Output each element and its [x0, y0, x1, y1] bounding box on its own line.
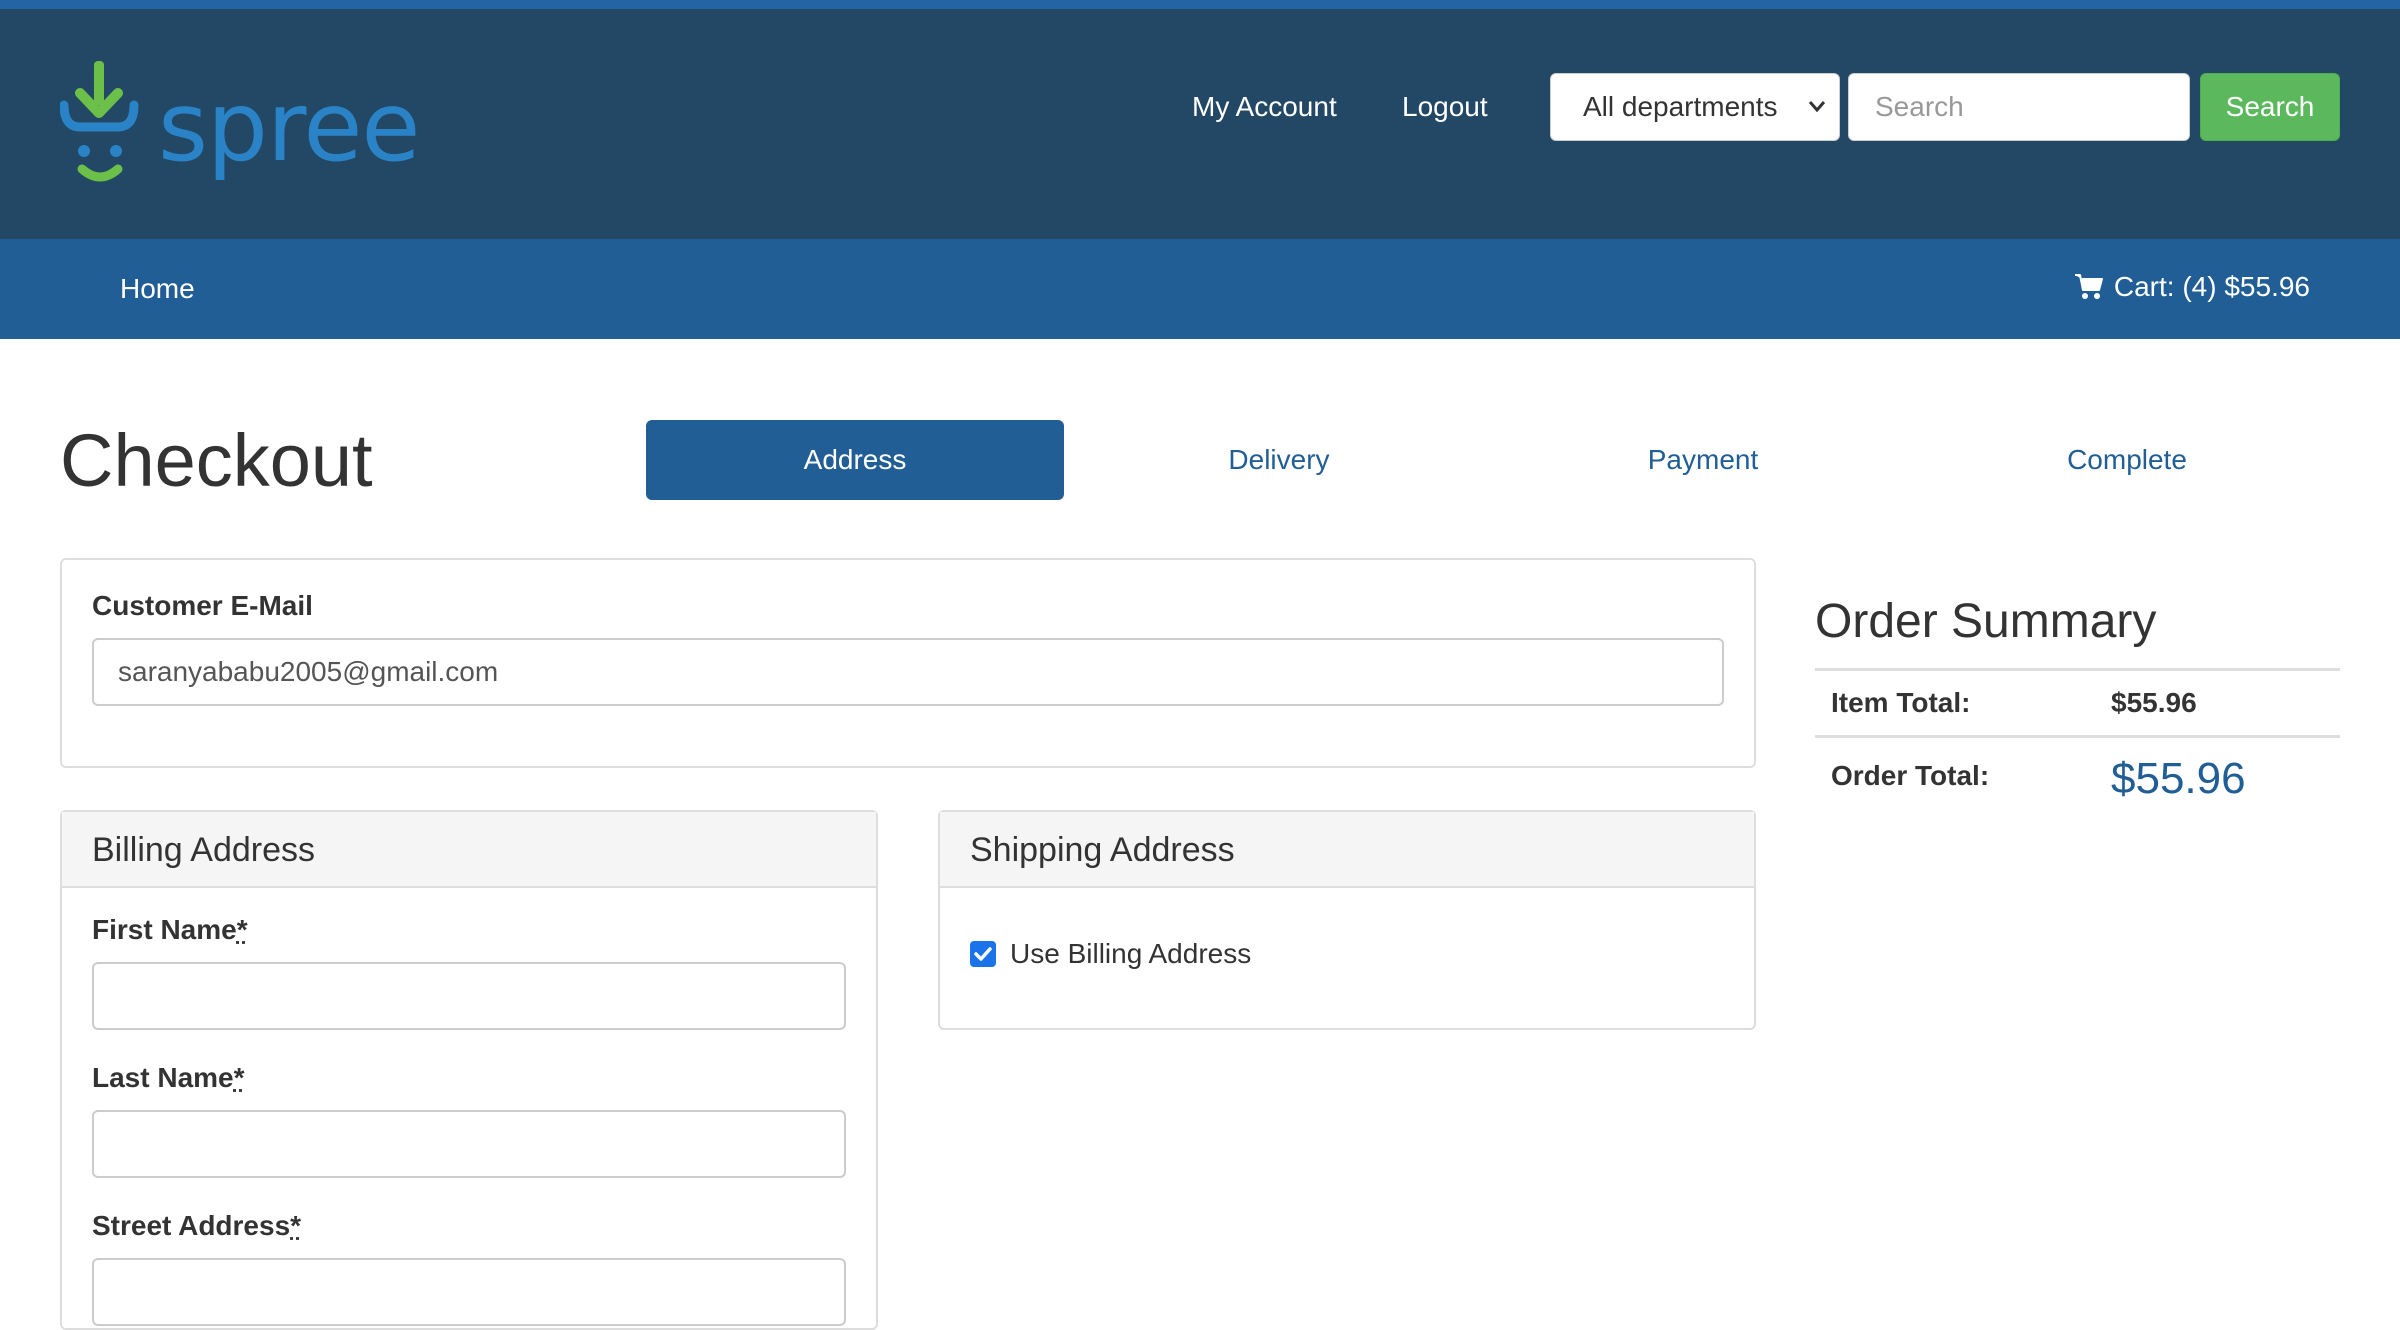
step-complete[interactable]: Complete [1918, 420, 2336, 500]
last-name-field[interactable] [92, 1110, 846, 1178]
logout-link[interactable]: Logout [1402, 91, 1488, 123]
main-navbar: Home Cart: (4) $55.96 [0, 239, 2400, 339]
item-total-row: Item Total: $55.96 [1815, 668, 2340, 735]
first-name-field[interactable] [92, 962, 846, 1030]
email-panel: Customer E-Mail [60, 558, 1756, 768]
step-payment[interactable]: Payment [1494, 420, 1912, 500]
order-total-label: Order Total: [1831, 760, 1990, 791]
order-summary-table: Item Total: $55.96 Order Total: $55.96 [1815, 668, 2340, 820]
street-address-field[interactable] [92, 1258, 846, 1326]
search-button[interactable]: Search [2200, 73, 2340, 141]
shipping-title: Shipping Address [940, 812, 1754, 888]
logo-wordmark: spree [158, 71, 420, 183]
use-billing-checkbox[interactable] [970, 941, 996, 967]
required-marker: * [290, 1210, 302, 1241]
chevron-down-icon [1807, 74, 1827, 166]
cart-icon [2074, 274, 2103, 299]
required-marker: * [236, 914, 248, 945]
required-marker: * [233, 1062, 245, 1093]
logo-mark-icon [60, 61, 139, 182]
order-summary-title: Order Summary [1815, 595, 2157, 648]
billing-panel: Billing Address First Name* Last Name* S… [60, 810, 878, 1330]
cart-link[interactable]: Cart: (4) $55.96 [2074, 271, 2310, 303]
step-delivery[interactable]: Delivery [1070, 420, 1488, 500]
department-selected-value: All departments [1583, 91, 1778, 122]
cart-summary: Cart: (4) $55.96 [2113, 271, 2310, 302]
checkout-steps: Address Delivery Payment Complete [646, 420, 2340, 500]
order-total-value: $55.96 [2111, 754, 2246, 803]
department-select[interactable]: All departments [1550, 73, 1840, 141]
spree-logo[interactable]: spree [60, 61, 420, 191]
email-field[interactable] [92, 638, 1724, 706]
search-input[interactable] [1848, 73, 2190, 141]
last-name-group: Last Name* [92, 1062, 846, 1178]
site-header: spree My Account Logout All departments … [0, 0, 2400, 239]
checkmark-icon [974, 947, 992, 961]
street-address-group: Street Address* [92, 1210, 846, 1326]
first-name-group: First Name* [92, 914, 846, 1030]
item-total-value: $55.96 [2111, 687, 2197, 718]
billing-title: Billing Address [62, 812, 876, 888]
use-billing-option[interactable]: Use Billing Address [940, 888, 1754, 970]
item-total-label: Item Total: [1831, 687, 1971, 718]
shipping-panel: Shipping Address Use Billing Address [938, 810, 1756, 1030]
order-total-row: Order Total: $55.96 [1815, 735, 2340, 820]
page-title: Checkout [60, 419, 373, 502]
use-billing-label: Use Billing Address [1010, 938, 1252, 969]
street-address-label: Street Address [92, 1210, 291, 1241]
step-address[interactable]: Address [646, 420, 1064, 500]
first-name-label: First Name [92, 914, 237, 945]
email-label: Customer E-Mail [92, 590, 313, 621]
nav-home-link[interactable]: Home [120, 273, 195, 305]
last-name-label: Last Name [92, 1062, 234, 1093]
my-account-link[interactable]: My Account [1192, 91, 1337, 123]
